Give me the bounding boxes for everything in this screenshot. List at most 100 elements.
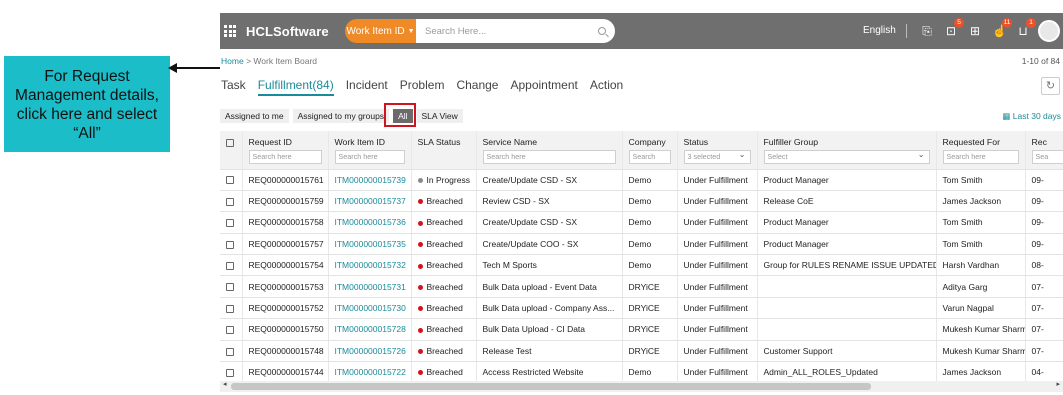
work-item-link[interactable]: ITM000000015736 bbox=[328, 211, 412, 234]
scroll-right-icon[interactable]: ▸ bbox=[1056, 380, 1060, 388]
tab-problem[interactable]: Problem bbox=[400, 78, 445, 96]
row-checkbox[interactable] bbox=[226, 304, 234, 313]
work-item-link[interactable]: ITM000000015728 bbox=[328, 318, 412, 341]
table-cell: DRYiCE bbox=[622, 340, 678, 363]
column-header[interactable]: Work Item ID Search here bbox=[328, 131, 412, 170]
work-item-link[interactable]: ITM000000015730 bbox=[328, 297, 412, 320]
table-header-row: Request ID Search here Work Item ID Search … bbox=[220, 131, 1063, 170]
table-row[interactable]: REQ000000015758 ITM000000015736 Breached Cr… bbox=[220, 211, 1063, 234]
search-icon[interactable] bbox=[598, 27, 606, 35]
table-row[interactable]: REQ000000015752 ITM000000015730 Breached Bu… bbox=[220, 297, 1063, 320]
column-header[interactable]: Status 3 selected bbox=[677, 131, 758, 170]
table-cell: 08- bbox=[1025, 254, 1063, 277]
row-checkbox[interactable] bbox=[226, 219, 234, 228]
tab-incident[interactable]: Incident bbox=[346, 78, 388, 96]
column-header[interactable]: SLA Status bbox=[411, 131, 477, 170]
sla-status-label: Breached bbox=[426, 303, 463, 314]
row-select-cell bbox=[220, 190, 243, 213]
table-row[interactable]: REQ000000015753 ITM000000015731 Breached Bu… bbox=[220, 275, 1063, 298]
table-row[interactable]: REQ000000015750 ITM000000015728 Breached Bu… bbox=[220, 318, 1063, 341]
search-type-dropdown[interactable]: Work Item ID ▼ bbox=[345, 19, 416, 43]
language-selector[interactable]: English bbox=[863, 25, 896, 36]
search-input[interactable]: Search Here... bbox=[416, 19, 615, 43]
table-cell: Demo bbox=[622, 190, 678, 213]
column-filter-input[interactable]: Search here bbox=[482, 150, 616, 164]
work-item-link[interactable]: ITM000000015737 bbox=[328, 190, 412, 213]
column-label: Company bbox=[628, 137, 666, 147]
table-row[interactable]: REQ000000015748 ITM000000015726 Breached Re… bbox=[220, 340, 1063, 363]
column-filter-input[interactable]: Search here bbox=[334, 150, 405, 164]
table-row[interactable]: REQ000000015754 ITM000000015732 Breached Te… bbox=[220, 254, 1063, 277]
row-checkbox[interactable] bbox=[226, 176, 234, 185]
filter-assigned-to-me[interactable]: Assigned to me bbox=[220, 109, 289, 123]
table-row[interactable]: REQ000000015744 ITM000000015722 Breached Ac… bbox=[220, 361, 1063, 384]
row-checkbox[interactable] bbox=[226, 347, 234, 356]
notification-icon[interactable]: ⊡ 5 bbox=[944, 18, 964, 39]
row-checkbox[interactable] bbox=[226, 368, 234, 377]
table-row[interactable]: REQ000000015757 ITM000000015735 Breached Cr… bbox=[220, 233, 1063, 256]
scroll-left-icon[interactable]: ◂ bbox=[223, 380, 227, 388]
column-header[interactable]: Service Name Search here bbox=[476, 131, 623, 170]
table-cell: James Jackson bbox=[936, 190, 1026, 213]
date-range-filter[interactable]: ▦ Last 30 days bbox=[1002, 111, 1061, 122]
scrollbar-thumb[interactable] bbox=[231, 383, 871, 390]
table-row[interactable]: REQ000000015759 ITM000000015737 Breached Re… bbox=[220, 190, 1063, 213]
sla-status-label: Breached bbox=[426, 238, 463, 249]
work-item-link[interactable]: ITM000000015739 bbox=[328, 169, 412, 191]
sla-status-label: In Progress bbox=[426, 174, 470, 185]
table-cell: 07- bbox=[1025, 275, 1063, 298]
column-header[interactable]: Company Search bbox=[622, 131, 678, 170]
column-label: Rec bbox=[1031, 137, 1047, 147]
tab-change[interactable]: Change bbox=[456, 78, 498, 96]
document-icon[interactable]: ⎘ bbox=[920, 23, 934, 39]
select-all-cell bbox=[220, 131, 243, 170]
table-body: REQ000000015761 ITM000000015739 In Progres… bbox=[220, 169, 1063, 384]
table-cell: Under Fulfillment bbox=[677, 233, 758, 256]
work-item-link[interactable]: ITM000000015731 bbox=[328, 275, 412, 298]
tab-appointment[interactable]: Appointment bbox=[510, 78, 577, 96]
table-cell: 07- bbox=[1025, 340, 1063, 363]
tab-task[interactable]: Task bbox=[221, 78, 246, 96]
breadcrumb-separator: > bbox=[246, 56, 252, 66]
sla-status-dot-icon bbox=[417, 306, 423, 312]
cart-icon[interactable]: ⊔ 1 bbox=[1016, 18, 1036, 39]
thumbs-up-icon[interactable]: ☝ 11 bbox=[992, 18, 1012, 39]
work-item-link[interactable]: ITM000000015732 bbox=[328, 254, 412, 277]
row-checkbox[interactable] bbox=[226, 283, 234, 292]
column-header[interactable]: Fulfiller Group Select bbox=[757, 131, 937, 170]
column-filter-input[interactable]: Sea bbox=[1031, 150, 1063, 164]
app-grid-icon[interactable] bbox=[224, 25, 236, 37]
gift-icon[interactable]: ⊞ bbox=[968, 23, 982, 39]
tab-fulfillment[interactable]: Fulfillment(84) bbox=[257, 78, 334, 96]
work-item-link[interactable]: ITM000000015735 bbox=[328, 233, 412, 256]
column-filter-dropdown[interactable]: 3 selected bbox=[683, 149, 751, 164]
refresh-icon[interactable]: ↻ bbox=[1041, 77, 1060, 95]
table-cell: REQ000000015757 bbox=[242, 233, 329, 256]
filter-sla-view[interactable]: SLA View bbox=[416, 109, 463, 123]
column-filter-dropdown[interactable]: Select bbox=[763, 149, 930, 164]
breadcrumb-home[interactable]: Home bbox=[221, 56, 244, 66]
row-checkbox[interactable] bbox=[226, 240, 234, 249]
row-checkbox[interactable] bbox=[226, 262, 234, 270]
select-all-checkbox[interactable] bbox=[226, 138, 234, 147]
instruction-callout: For Request Management details, click he… bbox=[4, 56, 170, 152]
table-row[interactable]: REQ000000015761 ITM000000015739 In Progres… bbox=[220, 169, 1063, 191]
column-header[interactable]: Rec Sea bbox=[1025, 131, 1063, 170]
table-cell: Demo bbox=[622, 211, 678, 234]
tab-action[interactable]: Action bbox=[590, 78, 623, 96]
horizontal-scrollbar[interactable]: ◂ ▸ bbox=[220, 381, 1063, 392]
filter-assigned-to-my-groups[interactable]: Assigned to my groups bbox=[292, 109, 390, 123]
column-filter-input[interactable]: Search here bbox=[248, 150, 322, 164]
work-item-link[interactable]: ITM000000015722 bbox=[328, 361, 412, 384]
column-header[interactable]: Requested For Search here bbox=[936, 131, 1026, 170]
column-header[interactable]: Request ID Search here bbox=[242, 131, 329, 170]
column-filter-input[interactable]: Search bbox=[628, 150, 671, 164]
column-filter-input[interactable]: Search here bbox=[942, 150, 1019, 164]
table-cell: Breached bbox=[411, 254, 477, 277]
avatar[interactable] bbox=[1038, 20, 1060, 42]
row-checkbox[interactable] bbox=[226, 197, 234, 206]
table-cell: Create/Update CSD - SX bbox=[476, 211, 623, 234]
row-checkbox[interactable] bbox=[226, 326, 234, 335]
table-cell: Demo bbox=[622, 233, 678, 256]
work-item-link[interactable]: ITM000000015726 bbox=[328, 340, 412, 363]
